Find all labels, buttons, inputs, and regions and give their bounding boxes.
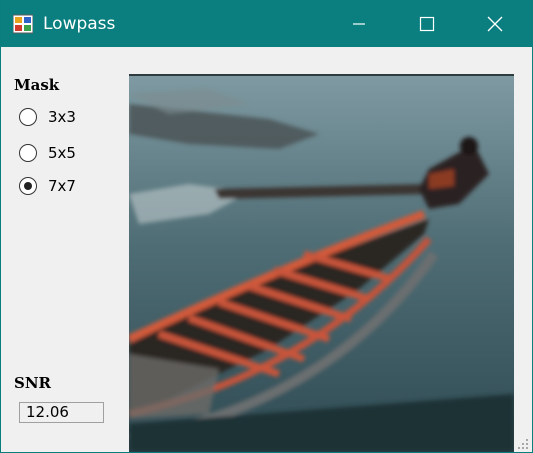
resize-grip-icon[interactable] <box>516 437 530 451</box>
mask-label: Mask <box>14 76 60 94</box>
radio-label[interactable]: 5x5 <box>48 144 76 162</box>
close-button[interactable] <box>472 1 518 47</box>
radio-circle-icon[interactable] <box>19 108 37 126</box>
radio-label[interactable]: 7x7 <box>48 177 76 195</box>
filtered-image <box>127 74 514 452</box>
title-bar[interactable]: Lowpass <box>1 1 532 47</box>
snr-label: SNR <box>14 374 52 392</box>
radio-dot-icon <box>24 182 32 190</box>
radio-circle-icon-selected[interactable] <box>19 177 37 195</box>
app-icon <box>13 14 33 34</box>
mask-option-7x7[interactable]: 7x7 <box>19 176 109 198</box>
mask-option-5x5[interactable]: 5x5 <box>19 143 109 165</box>
minimize-icon <box>353 23 365 25</box>
radio-circle-icon[interactable] <box>19 144 37 162</box>
maximize-icon <box>419 16 435 32</box>
radio-label[interactable]: 3x3 <box>48 108 76 126</box>
minimize-button[interactable] <box>336 1 382 47</box>
filtered-image-picture <box>127 74 514 452</box>
maximize-button[interactable] <box>404 1 450 47</box>
lowpass-window: Lowpass Mask 3x3 5x5 7x7 SNR 12.06 <box>0 0 533 453</box>
snr-value-field[interactable]: 12.06 <box>19 402 104 423</box>
window-title: Lowpass <box>43 14 116 34</box>
close-icon <box>487 16 503 32</box>
mask-option-3x3[interactable]: 3x3 <box>19 107 109 129</box>
